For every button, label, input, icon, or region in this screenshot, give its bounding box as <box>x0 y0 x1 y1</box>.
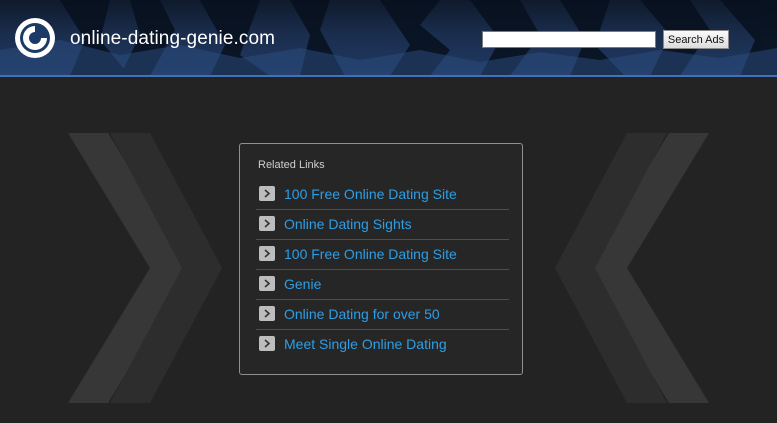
chevron-right-icon <box>259 336 275 351</box>
circular-logo-icon[interactable] <box>14 17 56 59</box>
list-item[interactable]: 100 Free Online Dating Site <box>256 180 509 210</box>
related-links-title: Related Links <box>258 159 325 171</box>
page: online-dating-genie.com Search Ads Relat… <box>0 0 777 423</box>
chevron-right-icon <box>259 186 275 201</box>
related-link[interactable]: 100 Free Online Dating Site <box>284 246 457 262</box>
related-link[interactable]: Online Dating Sights <box>284 216 412 232</box>
related-link[interactable]: Genie <box>284 276 321 292</box>
list-item[interactable]: Genie <box>256 270 509 300</box>
search-ads-button[interactable]: Search Ads <box>663 30 729 49</box>
related-link[interactable]: Online Dating for over 50 <box>284 306 440 322</box>
chevron-right-icon <box>259 216 275 231</box>
list-item[interactable]: Online Dating for over 50 <box>256 300 509 330</box>
related-links-panel: Related Links 100 Free Online Dating Sit… <box>239 143 523 375</box>
search-input[interactable] <box>482 31 656 48</box>
chevron-right-icon <box>259 246 275 261</box>
chevron-right-icon <box>259 306 275 321</box>
list-item[interactable]: 100 Free Online Dating Site <box>256 240 509 270</box>
site-name[interactable]: online-dating-genie.com <box>70 28 275 50</box>
related-links-list: 100 Free Online Dating Site Online Datin… <box>256 180 509 359</box>
list-item[interactable]: Online Dating Sights <box>256 210 509 240</box>
header-bar: online-dating-genie.com Search Ads <box>0 0 777 76</box>
chevron-right-icon <box>259 276 275 291</box>
related-link[interactable]: 100 Free Online Dating Site <box>284 186 457 202</box>
list-item[interactable]: Meet Single Online Dating <box>256 330 509 359</box>
related-link[interactable]: Meet Single Online Dating <box>284 336 447 352</box>
